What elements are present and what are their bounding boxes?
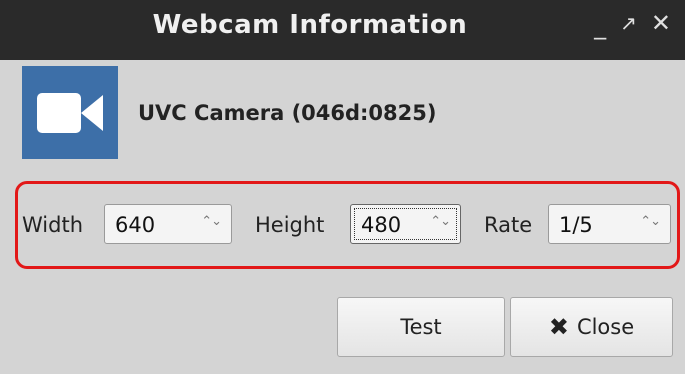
close-button[interactable]: ✖ Close <box>510 297 673 357</box>
rate-label: Rate <box>484 213 533 237</box>
height-spinbox[interactable]: 480 ⌃⌄ <box>350 204 461 244</box>
test-button-label: Test <box>400 315 442 339</box>
camera-name: UVC Camera (046d:0825) <box>138 100 437 125</box>
window-controls: _ ↗ ✕ <box>594 8 671 38</box>
spin-arrows-icon[interactable]: ⌃⌄ <box>201 214 222 229</box>
minimize-icon[interactable]: _ <box>594 14 606 38</box>
close-x-icon: ✖ <box>548 313 569 341</box>
close-icon[interactable]: ✕ <box>651 11 671 35</box>
width-value: 640 <box>115 213 156 237</box>
test-button[interactable]: Test <box>337 297 505 357</box>
height-label: Height <box>255 213 325 237</box>
rate-spinbox[interactable]: 1/5 ⌃⌄ <box>548 204 671 244</box>
close-button-label: Close <box>576 315 635 339</box>
spin-arrows-icon[interactable]: ⌃⌄ <box>430 214 451 229</box>
maximize-icon[interactable]: ↗ <box>620 13 637 33</box>
width-spinbox[interactable]: 640 ⌃⌄ <box>104 204 232 244</box>
rate-value: 1/5 <box>559 213 593 237</box>
spin-arrows-icon[interactable]: ⌃⌄ <box>640 214 661 229</box>
height-value: 480 <box>361 213 402 237</box>
titlebar[interactable]: Webcam Information _ ↗ ✕ <box>0 0 685 60</box>
webcam-info-window: Webcam Information _ ↗ ✕ UVC Camera (046… <box>0 0 685 374</box>
window-title: Webcam Information <box>152 10 468 40</box>
video-camera-icon <box>22 66 118 159</box>
camera-header: UVC Camera (046d:0825) <box>22 66 436 159</box>
width-label: Width <box>22 213 84 237</box>
